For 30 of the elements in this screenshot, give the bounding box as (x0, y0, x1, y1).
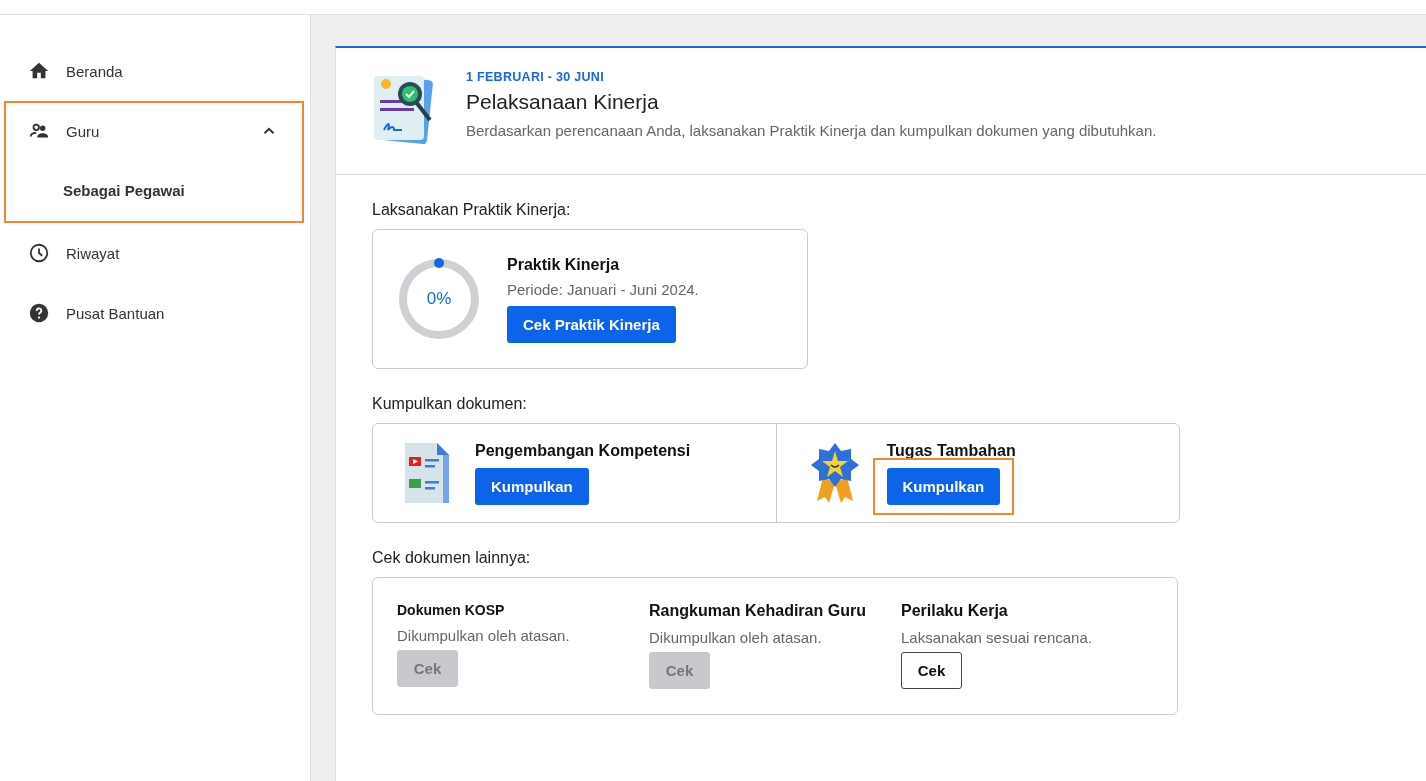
submit-button[interactable]: Kumpulkan (475, 467, 589, 505)
section-heading: Cek dokumen lainnya: (372, 549, 532, 567)
sidebar-subitem[interactable]: Sebagai Pegawai (6, 159, 302, 221)
help-icon (28, 302, 50, 324)
section-heading: Kumpulkan dokumen: (372, 395, 528, 413)
document-note: Dikumpulkan oleh atasan. (397, 627, 571, 644)
section-heading: Laksanakan Praktik Kinerja: (372, 201, 572, 219)
sidebar-item[interactable]: Pusat Bantuan (0, 283, 310, 343)
card-title: Tugas Tambahan (886, 441, 1016, 460)
clock-icon (28, 242, 50, 264)
document-note: Dikumpulkan oleh atasan. (649, 629, 823, 646)
period-text: Periode: Januari - Juni 2024. (507, 280, 699, 298)
sidebar-item[interactable]: Guru (6, 103, 302, 159)
document-title: Perilaku Kerja (901, 602, 1009, 620)
sidebar-item[interactable]: Beranda (0, 41, 310, 101)
check-button[interactable]: Cek (901, 652, 962, 689)
document-title: Rangkuman Kehadiran Guru (649, 602, 867, 620)
submit-button[interactable]: Kumpulkan (886, 467, 1001, 505)
progress-dot (434, 258, 444, 268)
document-note: Laksanakan sesuai rencana. (901, 629, 1093, 646)
date-range: 1 FEBRUARI - 30 JUNI (466, 70, 605, 84)
page-title: Pelaksanaan Kinerja (466, 90, 660, 114)
progress-percent: 0% (426, 289, 452, 309)
page-description: Berdasarkan perencanaan Anda, laksanakan Praktik Kinerja dan kumpulkan dokumen yang dibutuhkan. (466, 122, 1157, 139)
sidebar-item[interactable]: Riwayat (0, 223, 310, 283)
card-title: Praktik Kinerja (507, 255, 621, 274)
check-practice-button[interactable]: Cek Praktik Kinerja (507, 305, 676, 343)
document-media-icon (403, 441, 451, 505)
document-title: Dokumen KOSP (397, 602, 506, 618)
card-title: Pengembangan Kompetensi (475, 441, 691, 460)
